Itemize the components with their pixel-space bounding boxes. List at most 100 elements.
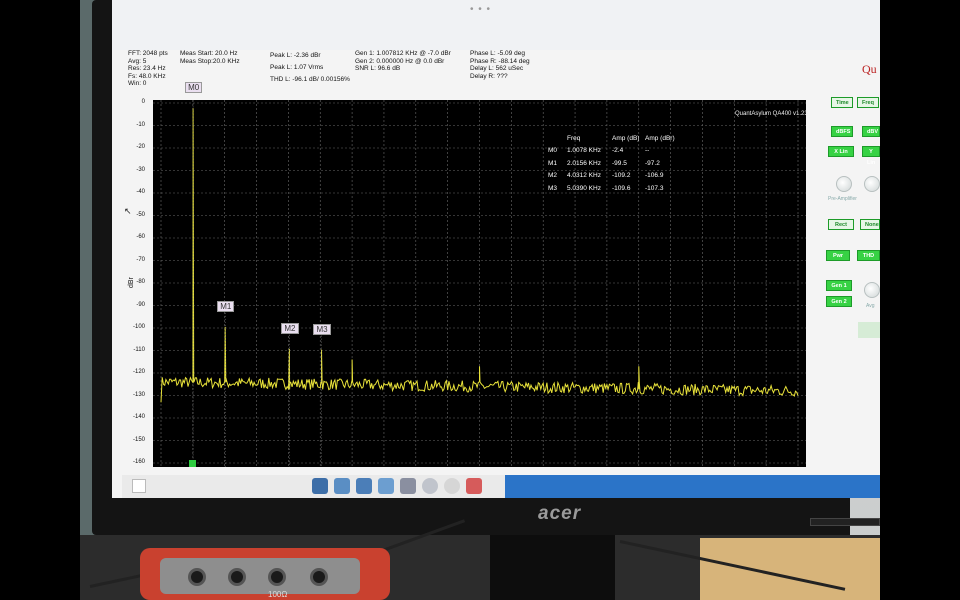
jack-icon[interactable] — [188, 568, 206, 586]
marker-table-cell: 4.0312 KHz — [567, 172, 601, 179]
marker-table-cell: -97.2 — [645, 159, 660, 167]
app-title: Qu — [862, 62, 877, 76]
button-thd[interactable]: THD — [857, 250, 880, 261]
cursor-handle[interactable] — [189, 460, 197, 467]
marker-label-m2[interactable]: M2 — [281, 322, 299, 334]
monitor-stand — [490, 535, 615, 600]
taskbar-active-area — [505, 475, 880, 498]
marker-table-cell: 2.0156 KHz — [567, 159, 601, 167]
marker-table-cell: 5.0390 KHz — [567, 184, 601, 192]
header-line: Delay R: ??? — [470, 72, 508, 80]
mail-icon[interactable] — [334, 478, 350, 494]
y-tick-label: -30 — [136, 166, 145, 173]
y-tick-label: -140 — [132, 414, 145, 420]
spectrum-plot[interactable] — [153, 100, 806, 467]
window-dots-icon[interactable]: • • • — [470, 4, 491, 15]
header-line: Meas Start: 20.0 Hz — [180, 50, 238, 57]
button-rect[interactable]: Rect — [828, 219, 854, 230]
marker-table-cell: -109.6 — [612, 184, 631, 192]
quantasylum-taskbar-icon[interactable] — [466, 478, 482, 494]
knob-label: Pre-Amplifier — [828, 196, 857, 202]
spectrum-svg — [153, 100, 806, 467]
y-tick-label: -90 — [136, 301, 145, 308]
store-icon[interactable] — [378, 478, 394, 494]
jack-icon[interactable] — [268, 568, 286, 586]
button-none[interactable]: None — [860, 219, 880, 230]
marker-label-m0[interactable]: M0 — [185, 82, 203, 94]
marker-table-header: Amp (dB) — [612, 135, 640, 142]
marker-table-cell: -106.9 — [645, 172, 664, 179]
knob-label: Avg — [866, 303, 875, 309]
y-tick-label: -110 — [133, 346, 145, 353]
y-tick-label: 0 — [141, 99, 145, 105]
header-meas-range: Meas Start: 20.0 Hz Meas Stop:20.0 KHz — [180, 50, 240, 65]
header-line: THD L: -96.1 dB/ 0.00156% — [270, 76, 350, 83]
jack-icon[interactable] — [228, 568, 246, 586]
y-tick-label: -120 — [132, 369, 145, 375]
folder-icon[interactable] — [356, 478, 372, 494]
marker-table-cell: M0 — [548, 147, 558, 154]
header-line: Phase L: -5.09 deg — [470, 50, 525, 57]
right-panel-block — [858, 322, 880, 338]
y-tick-label: -150 — [132, 436, 145, 443]
header-phase-info: Phase L: -5.09 deg Phase R: -88.14 deg Del… — [470, 50, 530, 80]
marker-table-cell: -2.4 — [612, 147, 624, 154]
monitor-buttons[interactable] — [810, 518, 880, 526]
marker-table-cell: M3 — [548, 184, 558, 192]
knob-icon[interactable] — [864, 282, 880, 298]
device-label: 100Ω — [268, 590, 288, 599]
y-tick-label: -10 — [136, 121, 145, 128]
marker-table-cell: -99.5 — [612, 159, 627, 167]
marker-table-cell: -107.3 — [645, 184, 664, 192]
header-line: Meas Stop:20.0 KHz — [180, 57, 240, 65]
header-line: Gen 2: 0.000000 Hz @ 0.0 dBr — [355, 57, 445, 65]
monitor-brand-logo: acer — [538, 503, 582, 524]
knob-icon[interactable] — [836, 176, 852, 192]
header-line: Peak L: -2.36 dBr — [270, 52, 321, 59]
marker-table-cell: -- — [645, 147, 650, 154]
button-y-lin[interactable]: Y Lin — [862, 146, 880, 166]
header-line: Res: 23.4 Hz — [128, 65, 166, 72]
header-gen-info: Gen 1: 1.007812 KHz @ -7.0 dBr Gen 2: 0.0… — [355, 50, 451, 73]
marker-table-cell: -109.2 — [612, 172, 631, 179]
y-tick-label: -60 — [136, 234, 145, 240]
window-top-strip: • • • — [112, 0, 880, 50]
button-x-lin[interactable]: X Lin — [828, 146, 854, 157]
marker-label-m1[interactable]: M1 — [217, 300, 235, 312]
header-line: Phase R: -88.14 deg — [470, 57, 530, 65]
settings-icon[interactable] — [400, 478, 416, 494]
jack-icon[interactable] — [310, 568, 328, 586]
knob-icon[interactable] — [864, 176, 880, 192]
button-gen-2[interactable]: Gen 2 — [826, 296, 852, 307]
y-tick-label: -130 — [132, 391, 145, 398]
button-pwr[interactable]: Pwr — [826, 250, 850, 261]
y-tick-label: -100 — [132, 324, 145, 330]
header-line: SNR L: 96.6 dB — [355, 65, 401, 72]
header-line: Gen 1: 1.007812 KHz @ -7.0 dBr — [355, 50, 451, 57]
y-tick-label: -40 — [136, 189, 145, 195]
y-tick-label: -160 — [132, 459, 145, 465]
button-dbv[interactable]: dBV — [862, 126, 880, 137]
app-round-icon[interactable] — [422, 478, 438, 494]
button-time[interactable]: Time — [831, 97, 853, 108]
marker-label-m3[interactable]: M3 — [313, 323, 331, 335]
start-icon[interactable] — [132, 479, 146, 493]
header-peak-info: Peak L: -2.36 dBr Peak L: 1.07 Vrms THD L:… — [270, 50, 350, 86]
button-freq[interactable]: Freq — [857, 97, 879, 108]
version-label: QuantAsylum QA400 v1.23 — [735, 111, 808, 117]
button-dbfs[interactable]: dBFS — [831, 126, 853, 137]
marker-table-header: Amp (dBr) — [645, 135, 675, 142]
chrome-icon[interactable] — [444, 478, 460, 494]
header-line: Win: 0 — [128, 80, 147, 87]
header-fft-info: FFT: 2048 pts Avg: 5 Res: 23.4 Hz Fs: 48.0 … — [128, 50, 168, 88]
cursor-icon: ↖ — [124, 206, 132, 216]
button-gen-1[interactable]: Gen 1 — [826, 280, 852, 291]
marker-table-cell: M1 — [548, 159, 558, 167]
header-line: Fs: 48.0 KHz — [128, 72, 166, 80]
header-line: Delay L: 562 uSec — [470, 65, 524, 72]
taskview-icon[interactable] — [312, 478, 328, 494]
y-axis-label: dBr — [128, 277, 135, 288]
marker-table-cell: 1.0078 KHz — [567, 147, 601, 154]
marker-table-header: Freq — [567, 135, 581, 142]
header-line: FFT: 2048 pts — [128, 50, 168, 57]
